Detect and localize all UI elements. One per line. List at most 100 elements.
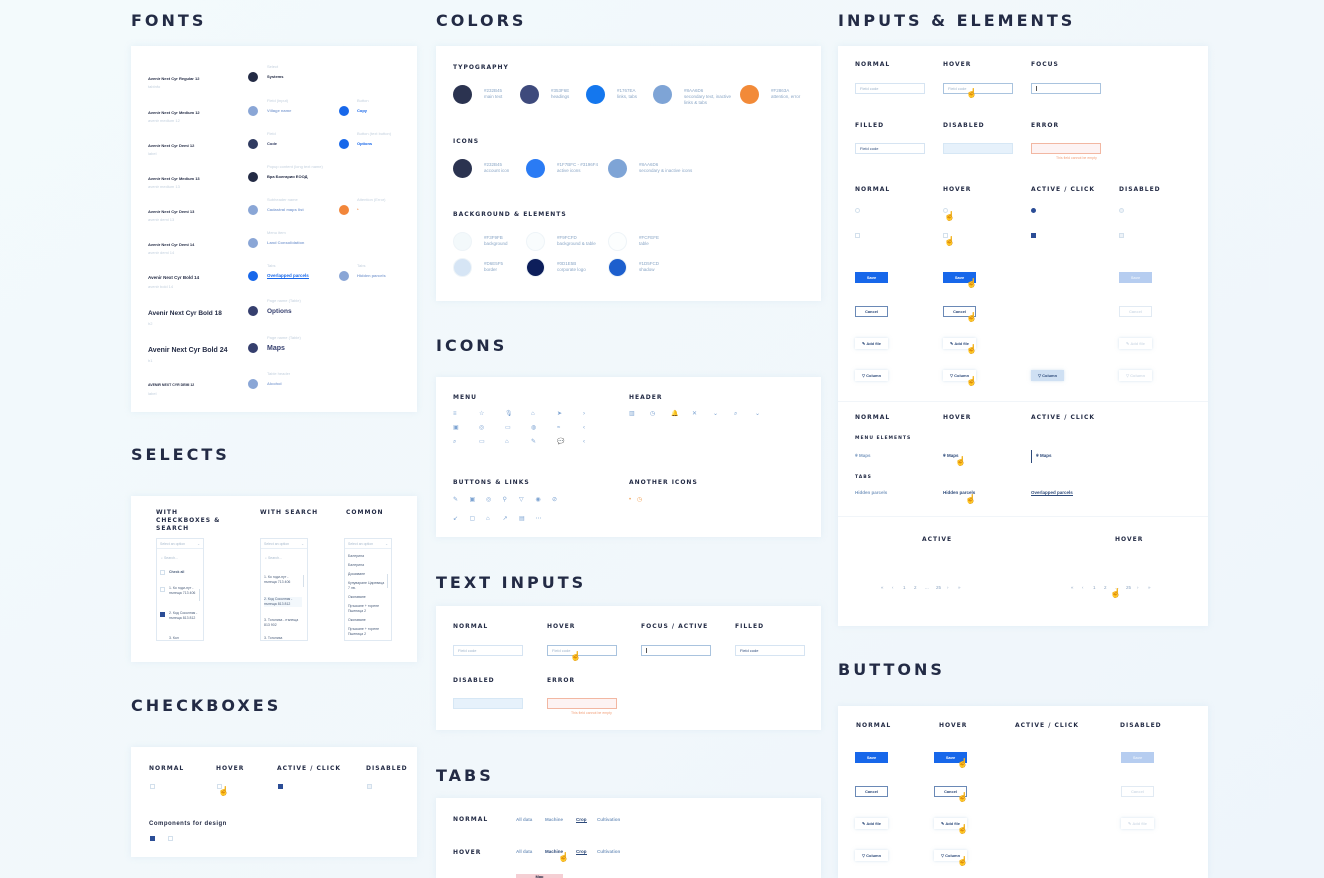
text-input-focus[interactable] [641,645,711,656]
menu-icon[interactable]: 💬 [557,439,564,445]
option-label[interactable]: Доказване [348,572,386,577]
checkbox-normal[interactable] [855,233,860,238]
checkbox-active[interactable] [1031,233,1036,238]
header-icon[interactable]: ⌄ [755,411,760,417]
menu-icon[interactable]: ▭ [479,439,485,445]
scrollbar[interactable] [303,575,304,587]
option-label-highlighted[interactable]: 2. Код Соколник - пъпеща 813 812 [264,597,302,607]
button-link-icon[interactable]: ↗ [503,516,508,522]
tab-machine[interactable]: Machine [545,817,563,822]
option-label[interactable]: 1. Ко годи-пут - пъпеща 713 406 [169,586,199,596]
column-button-active[interactable]: ▽ Column [1031,370,1064,381]
button-link-icon[interactable]: ↙ [453,516,458,522]
text-input-normal[interactable]: Field code [453,645,523,656]
save-button-normal[interactable]: Save [855,752,888,763]
field-error[interactable] [1031,143,1101,154]
option-checkbox-checked[interactable] [160,612,165,617]
header-icon[interactable]: 🔔 [671,411,678,417]
component-checkbox-checked[interactable] [150,836,155,841]
button-link-icon[interactable]: ▤ [519,516,525,522]
checkbox-active[interactable] [278,784,283,789]
select-with-checkboxes[interactable]: Select an option ⌄ ⌕ Search... Check all … [156,538,204,641]
pagination-item[interactable]: 1 [1093,585,1096,590]
check-all-checkbox[interactable] [160,570,165,575]
tab-crop[interactable]: Crop [576,849,587,855]
tab-crop[interactable]: Crop [576,817,587,823]
menu-icon[interactable]: › [583,411,585,417]
text-input-hover[interactable]: Field code [547,645,617,656]
add-file-button-normal[interactable]: ✎ Add file [855,818,888,829]
option-label[interactable]: Пръскане + торене Пшеница 2 [348,627,386,637]
header-icon[interactable]: ⌄ [713,411,718,417]
button-link-icon[interactable]: ▢ [470,516,476,522]
button-link-icon[interactable]: ▽ [519,497,524,503]
tab-overlapped-parcels-active[interactable]: Overlapped parcels [1031,490,1073,496]
select-with-search[interactable]: Select an option ⌄ ⌕ Search... 1. Ко годи… [260,538,308,641]
menu-icon[interactable]: ☆ [479,411,484,417]
button-link-icon[interactable]: ⌂ [486,516,490,522]
option-label[interactable]: 3. Тоголиза - пъпеща 813 902 [264,618,302,628]
search-input[interactable]: ⌕ Search... [265,556,282,561]
option-label[interactable]: Купуваране Царевица 7 лв. [348,581,386,591]
tab-cultivation[interactable]: Cultivation [597,849,620,854]
header-icon[interactable]: ◷ [650,411,655,417]
option-label[interactable]: 2. Код Соколник - пъпеща 813 812 [169,611,199,621]
header-icon[interactable]: ⌕ [734,411,737,417]
pagination-item[interactable]: › [947,585,949,590]
component-checkbox-unchecked[interactable] [168,836,173,841]
pagination-item[interactable]: 1 [903,585,906,590]
button-link-icon[interactable]: ▣ [470,497,476,503]
option-label[interactable]: 1. Ко годи-пут - пъпеща 713 406 [264,575,302,585]
column-button-normal[interactable]: ▽ Column [855,370,888,381]
button-link-icon[interactable]: ⋯ [536,516,542,522]
menu-icon[interactable]: ⌕ [453,439,456,445]
checkbox-normal[interactable] [150,784,155,789]
menu-item-maps-active[interactable]: ⌾ Maps [1036,453,1051,458]
option-checkbox[interactable] [160,587,165,592]
option-label[interactable]: Пръскане + торене Пшеница 2 [348,604,386,614]
column-button-normal[interactable]: ▽ Column [855,850,888,861]
menu-icon[interactable]: ✎ [531,439,536,445]
button-link-icon[interactable]: ✎ [453,497,458,503]
menu-icon[interactable]: ‹ [583,425,585,431]
search-input[interactable]: ⌕ Search... [161,556,178,561]
scrollbar[interactable] [199,589,200,601]
menu-icon[interactable]: ≡ [453,411,457,417]
option-label[interactable]: 3. Кол [169,636,199,641]
select-placeholder[interactable]: Select an option ⌄ [157,539,203,549]
save-button-normal[interactable]: Save [855,272,888,283]
menu-icon[interactable]: 🎙 [505,411,513,417]
button-link-icon[interactable]: ⊘ [552,497,557,503]
header-icon[interactable]: ▥ [629,411,635,417]
menu-icon[interactable]: ▣ [453,425,459,431]
menu-icon[interactable]: ⌂ [505,439,509,445]
radio-active[interactable] [1031,208,1036,213]
pagination-item[interactable]: 2 [914,585,917,590]
select-placeholder[interactable]: Select an option ⌄ [261,539,307,549]
text-input-error[interactable] [547,698,617,709]
pagination-item[interactable]: ... [925,585,929,590]
option-label[interactable]: Окопаване [348,595,386,600]
pagination-item[interactable]: 25 [936,585,941,590]
menu-item-maps-normal[interactable]: ⌾ Maps [855,453,870,458]
text-input-filled[interactable]: Field code [735,645,805,656]
option-label[interactable]: Балерина [348,554,386,559]
button-link-icon[interactable]: ⚲ [503,497,507,503]
button-link-icon[interactable]: ◎ [486,497,491,503]
add-file-button-normal[interactable]: ✎ Add file [855,338,888,349]
button-link-icon[interactable]: ◉ [536,497,541,503]
select-placeholder[interactable]: Select an option ⌄ [345,539,391,549]
field-normal[interactable]: Field code [855,83,925,94]
cancel-button-normal[interactable]: Cancel [855,306,888,317]
scrollbar[interactable] [387,574,388,588]
menu-icon[interactable]: ◍ [531,425,536,431]
option-label[interactable]: Окопаване [348,618,386,623]
pagination-item[interactable]: » [1148,585,1151,590]
pagination-item[interactable]: ‹ [1082,585,1084,590]
tab-all-data[interactable]: All data [516,817,532,822]
pagination-item[interactable]: 25 [1126,585,1131,590]
pagination-item[interactable]: « [1071,585,1074,590]
pagination-item[interactable]: « [881,585,884,590]
pagination-item[interactable]: » [958,585,961,590]
field-filled[interactable]: Field code [855,143,925,154]
